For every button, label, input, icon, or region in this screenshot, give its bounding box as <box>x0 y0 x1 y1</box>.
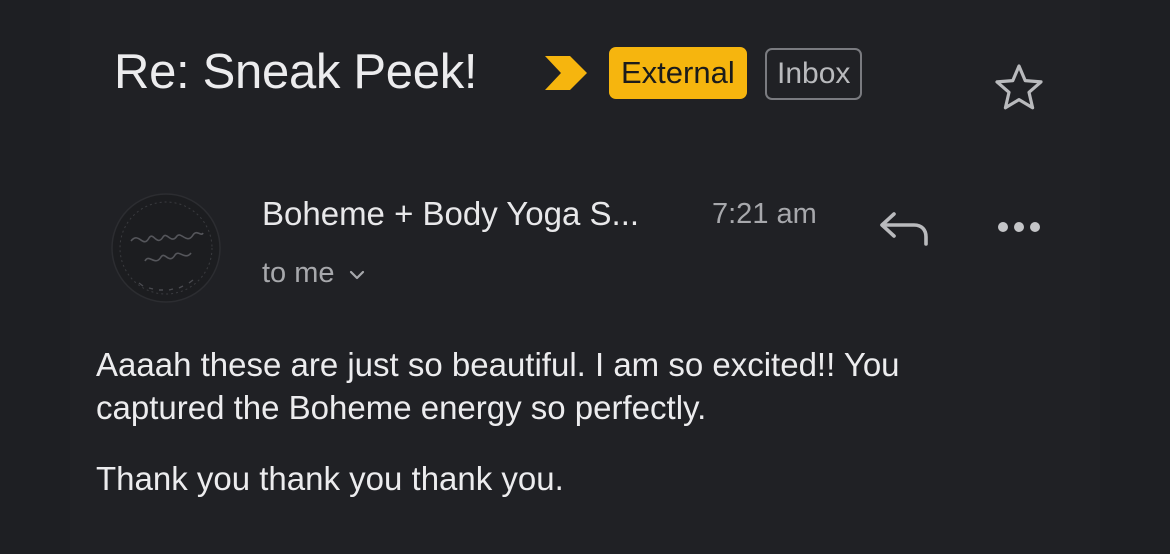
email-time: 7:21 am <box>712 198 817 230</box>
importance-marker-icon[interactable] <box>542 54 590 92</box>
inbox-label[interactable]: Inbox <box>765 48 863 100</box>
email-body-paragraph: Aaaah these are just so beautiful. I am … <box>96 346 900 426</box>
more-options-icon[interactable] <box>996 212 1042 242</box>
external-label: External <box>609 47 747 99</box>
sender-name[interactable]: Boheme + Body Yoga S... <box>262 194 639 234</box>
sender-avatar[interactable] <box>109 191 223 305</box>
email-body-paragraph: Thank you thank you thank you. <box>96 460 564 497</box>
chevron-down-icon <box>349 270 364 280</box>
star-icon[interactable] <box>993 62 1045 114</box>
reply-icon[interactable] <box>876 206 932 248</box>
recipient-label: to me <box>262 257 335 289</box>
email-view: Re: Sneak Peek! External Inbox Boheme + … <box>0 0 1170 554</box>
recipient-toggle[interactable]: to me <box>262 255 366 291</box>
email-subject: Re: Sneak Peek! <box>114 45 478 99</box>
